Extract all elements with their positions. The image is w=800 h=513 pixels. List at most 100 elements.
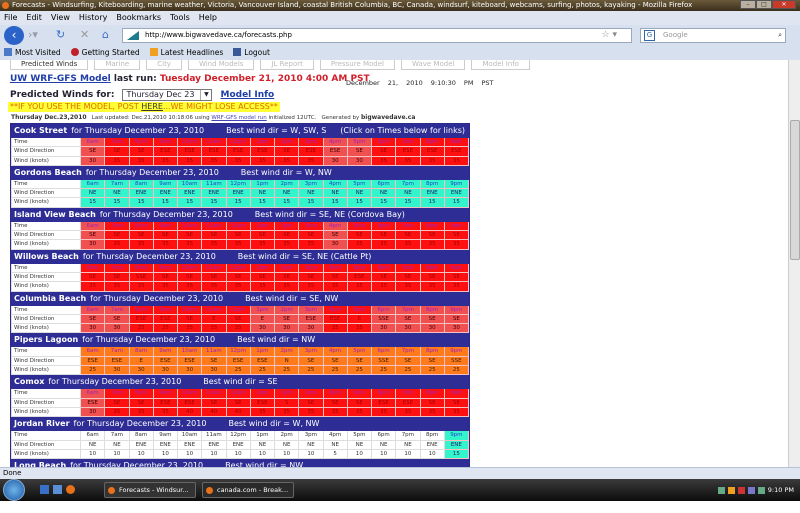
time-link[interactable]: 10am: [178, 179, 203, 190]
time-link[interactable]: 7am: [105, 347, 130, 357]
bookmark-most-visited[interactable]: Most Visited: [4, 46, 61, 60]
time-link[interactable]: 6am: [81, 263, 106, 273]
time-link[interactable]: 5pm: [347, 389, 372, 399]
menu-bookmarks[interactable]: Bookmarks: [116, 11, 161, 25]
time-link[interactable]: 1pm: [250, 179, 275, 190]
show-desktop-icon[interactable]: [40, 485, 49, 494]
time-link[interactable]: 8am: [129, 221, 154, 232]
tab-marine[interactable]: Marine: [94, 60, 141, 70]
time-link[interactable]: 3pm: [299, 221, 324, 232]
time-link[interactable]: 4pm: [323, 221, 348, 232]
time-link[interactable]: 3pm: [299, 305, 324, 315]
time-link[interactable]: 4pm: [323, 305, 348, 315]
tab-city[interactable]: City: [146, 60, 182, 70]
tab-jl-report[interactable]: JL Report: [260, 60, 314, 70]
tab-predicted-winds[interactable]: Predicted Winds: [10, 60, 89, 70]
time-link[interactable]: 1pm: [250, 305, 275, 315]
time-link[interactable]: 8am: [129, 138, 154, 148]
time-link[interactable]: 2pm: [275, 431, 300, 441]
time-link[interactable]: 6am: [81, 347, 106, 357]
time-link[interactable]: 7pm: [396, 431, 421, 441]
tab-model-info[interactable]: Model Info: [471, 60, 530, 70]
taskbar-item-canada[interactable]: canada.com - Break...: [202, 482, 294, 498]
time-link[interactable]: 4pm: [323, 431, 348, 441]
reload-icon[interactable]: ↻: [56, 28, 65, 41]
time-link[interactable]: 4pm: [323, 138, 348, 148]
menu-history[interactable]: History: [79, 11, 107, 25]
time-link[interactable]: 2pm: [275, 221, 300, 232]
time-link[interactable]: 7am: [105, 431, 130, 441]
time-link[interactable]: 7pm: [396, 389, 421, 399]
taskbar-item-forecasts[interactable]: Forecasts - Windsur...: [104, 482, 196, 498]
time-link[interactable]: 11am: [202, 263, 227, 273]
time-link[interactable]: 8am: [129, 389, 154, 399]
time-link[interactable]: 10am: [178, 347, 203, 357]
time-link[interactable]: 9pm: [444, 389, 469, 399]
time-link[interactable]: 8pm: [420, 305, 445, 315]
switch-windows-icon[interactable]: [53, 485, 62, 494]
bookmark-latest-headlines[interactable]: Latest Headlines: [149, 46, 223, 60]
time-link[interactable]: 5pm: [347, 431, 372, 441]
time-link[interactable]: 6pm: [372, 221, 397, 232]
firefox-quicklaunch-icon[interactable]: [66, 485, 75, 494]
time-link[interactable]: 8pm: [420, 347, 445, 357]
time-link[interactable]: 2pm: [275, 305, 300, 315]
menu-edit[interactable]: Edit: [26, 11, 42, 25]
day-select[interactable]: Thursday Dec 23 ▼: [122, 89, 213, 101]
time-link[interactable]: 7pm: [396, 221, 421, 232]
time-link[interactable]: 9am: [153, 347, 178, 357]
tab-pressure-model[interactable]: Pressure Model: [319, 60, 395, 70]
forward-button[interactable]: ›▾: [28, 28, 38, 41]
time-link[interactable]: 8am: [129, 263, 154, 273]
time-link[interactable]: 11am: [202, 179, 227, 190]
time-link[interactable]: 4pm: [323, 347, 348, 357]
time-link[interactable]: 7pm: [396, 179, 421, 190]
time-link[interactable]: 2pm: [275, 389, 300, 399]
vertical-scrollbar[interactable]: [788, 60, 800, 467]
tray-icon[interactable]: [717, 486, 725, 494]
time-link[interactable]: 10am: [178, 221, 203, 232]
time-link[interactable]: 9am: [153, 263, 178, 273]
home-icon[interactable]: ⌂: [102, 28, 109, 41]
time-link[interactable]: 12pm: [226, 431, 251, 441]
time-link[interactable]: 2pm: [275, 263, 300, 273]
time-link[interactable]: 12pm: [226, 221, 251, 232]
start-button[interactable]: [3, 479, 25, 501]
time-link[interactable]: 6am: [81, 138, 106, 148]
time-link[interactable]: 9am: [153, 179, 178, 190]
menu-help[interactable]: Help: [199, 11, 217, 25]
time-link[interactable]: 12pm: [226, 347, 251, 357]
time-link[interactable]: 9pm: [444, 263, 469, 273]
time-link[interactable]: 10am: [178, 305, 203, 315]
time-link[interactable]: 12pm: [226, 389, 251, 399]
time-link[interactable]: 7am: [105, 389, 130, 399]
time-link[interactable]: 1pm: [250, 347, 275, 357]
time-link[interactable]: 7am: [105, 263, 130, 273]
time-link[interactable]: 2pm: [275, 138, 300, 148]
time-link[interactable]: 7pm: [396, 305, 421, 315]
model-run-link[interactable]: WRF-GFS model run: [211, 115, 266, 121]
volume-icon[interactable]: [757, 486, 765, 494]
url-bar[interactable]: http://www.bigwavedave.ca/forecasts.php ☆…: [122, 28, 632, 43]
tray-icon[interactable]: [727, 486, 735, 494]
time-link[interactable]: 8am: [129, 179, 154, 190]
time-link[interactable]: 7pm: [396, 347, 421, 357]
time-link[interactable]: 11am: [202, 389, 227, 399]
time-link[interactable]: 6pm: [372, 263, 397, 273]
time-link[interactable]: 7pm: [396, 263, 421, 273]
time-link[interactable]: 9pm: [444, 138, 469, 148]
time-link[interactable]: 6am: [81, 305, 106, 315]
time-link[interactable]: 5pm: [347, 347, 372, 357]
time-link[interactable]: 11am: [202, 221, 227, 232]
time-link[interactable]: 3pm: [299, 263, 324, 273]
time-link[interactable]: 4pm: [323, 263, 348, 273]
time-link[interactable]: 2pm: [275, 347, 300, 357]
menu-tools[interactable]: Tools: [170, 11, 190, 25]
time-link[interactable]: 9am: [153, 221, 178, 232]
tray-icon[interactable]: [737, 486, 745, 494]
time-link[interactable]: 8am: [129, 305, 154, 315]
time-link[interactable]: 10am: [178, 138, 203, 148]
time-link[interactable]: 11am: [202, 305, 227, 315]
time-link[interactable]: 3pm: [299, 179, 324, 190]
time-link[interactable]: 6pm: [372, 305, 397, 315]
